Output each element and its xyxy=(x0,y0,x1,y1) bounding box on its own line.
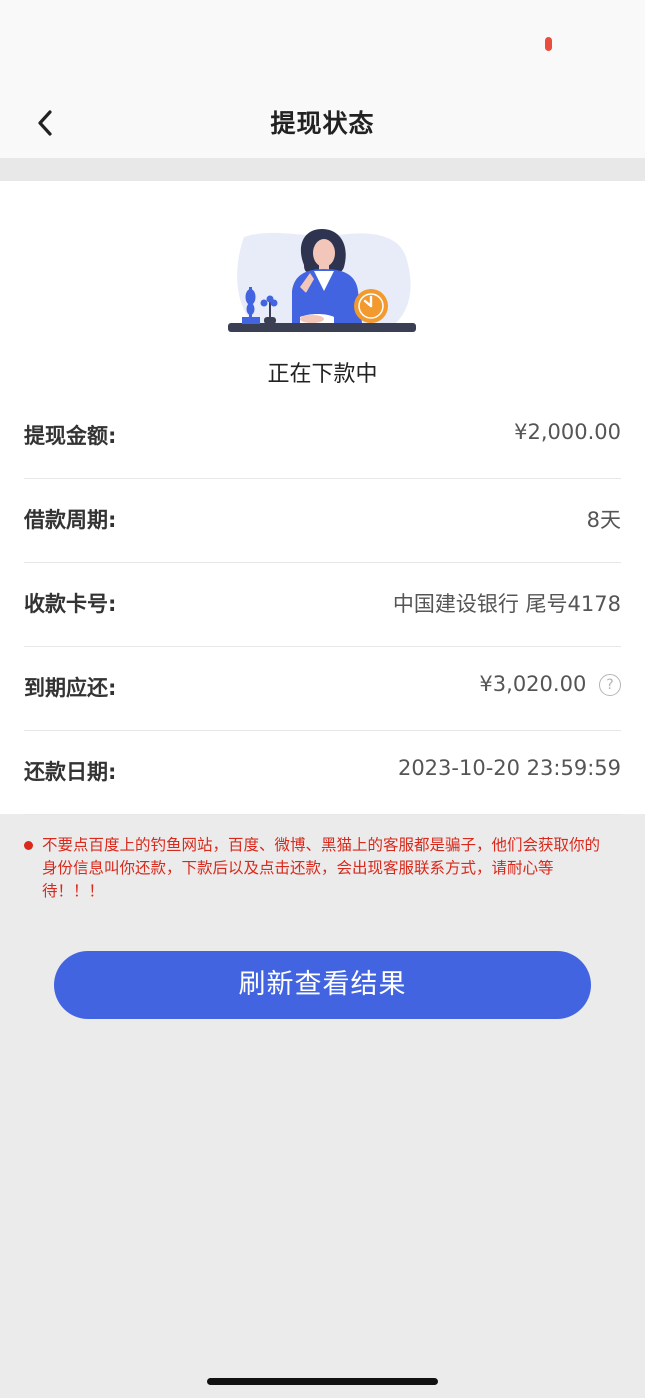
detail-label: 收款卡号: xyxy=(24,592,117,616)
detail-value: ¥2,000.00 xyxy=(514,420,621,444)
detail-row-loan-period: 借款周期: 8天 xyxy=(24,478,621,563)
woman-waiting-clock-illustration xyxy=(228,229,416,332)
detail-label: 提现金额: xyxy=(24,424,117,448)
detail-label: 还款日期: xyxy=(24,760,117,784)
detail-row-repay-date: 还款日期: 2023-10-20 23:59:59 xyxy=(24,730,621,815)
status-bar xyxy=(0,0,645,80)
detail-row-bank-card: 收款卡号: 中国建设银行 尾号4178 xyxy=(24,562,621,647)
status-card: 正在下款中 提现金额: ¥2,000.00 借款周期: 8天 收款卡号: 中国建… xyxy=(0,181,645,815)
page-title: 提现状态 xyxy=(270,109,375,138)
help-icon[interactable]: ? xyxy=(599,674,621,696)
notice-text: 不要点百度上的钓鱼网站，百度、微博、黑猫上的客服都是骗子，他们会获取你的身份信息… xyxy=(42,836,601,900)
refresh-button[interactable]: 刷新查看结果 xyxy=(54,951,591,1019)
detail-row-withdraw-amount: 提现金额: ¥2,000.00 xyxy=(24,394,621,479)
detail-row-due-amount: 到期应还: ¥3,020.00 ? xyxy=(24,646,621,731)
detail-label: 到期应还: xyxy=(24,676,117,700)
section-divider xyxy=(0,158,645,181)
bullet-dot-icon xyxy=(24,841,33,850)
detail-value: ¥3,020.00 xyxy=(479,672,587,696)
nav-bar: 提现状态 xyxy=(0,80,645,158)
home-indicator xyxy=(207,1378,438,1385)
clock-icon xyxy=(354,289,388,323)
status-text: 正在下款中 xyxy=(267,362,378,387)
detail-label: 借款周期: xyxy=(24,508,117,532)
detail-value: 中国建设银行 尾号4178 xyxy=(392,592,621,616)
status-indicator xyxy=(545,37,552,51)
detail-value-with-help: ¥3,020.00 ? xyxy=(479,672,621,696)
detail-value: 2023-10-20 23:59:59 xyxy=(397,756,621,780)
detail-value: 8天 xyxy=(586,508,621,532)
